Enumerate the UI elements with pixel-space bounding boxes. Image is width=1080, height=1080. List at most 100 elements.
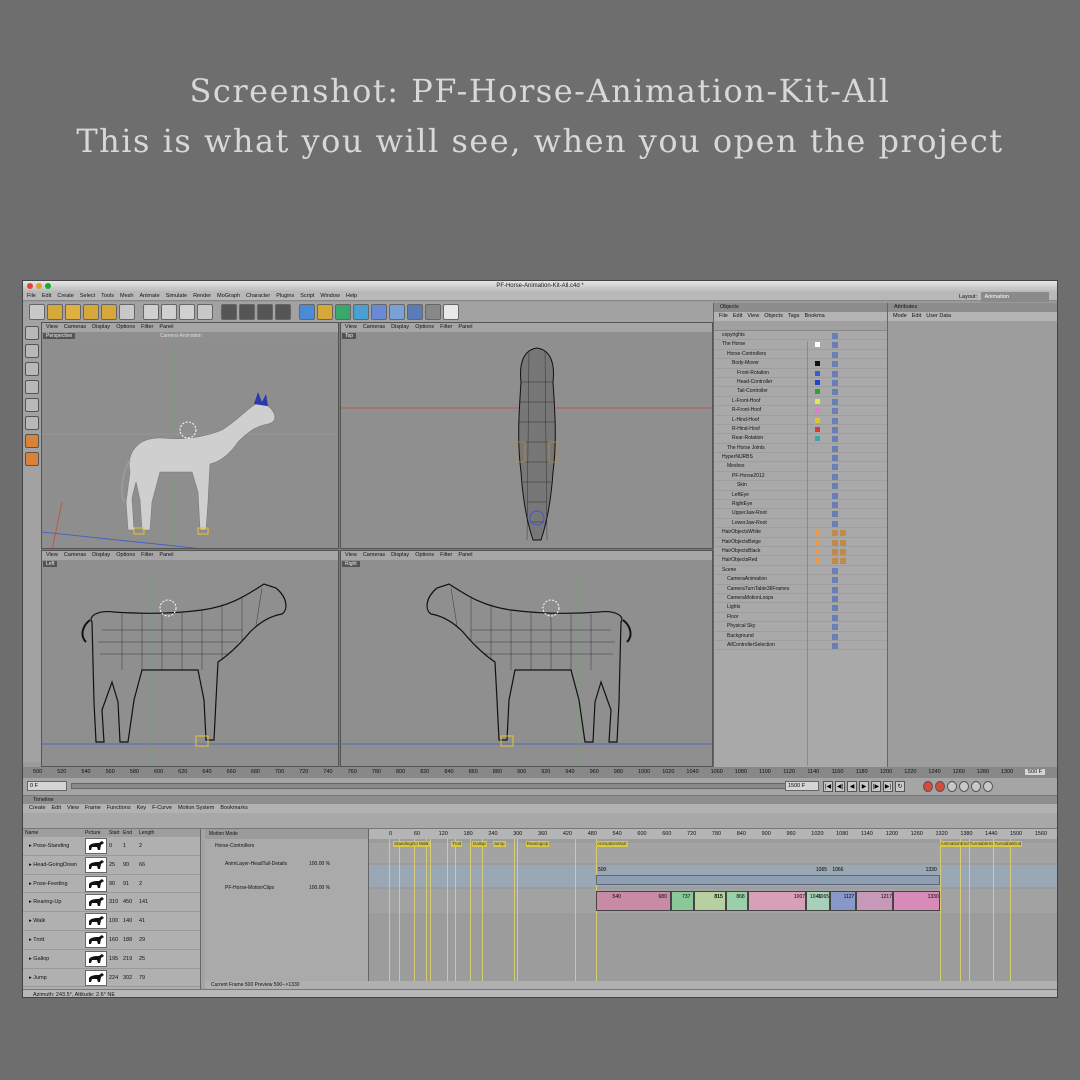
object-name[interactable]: HairObjectsRed xyxy=(722,556,757,565)
tag-icon[interactable] xyxy=(832,483,838,490)
object-row[interactable]: Background xyxy=(714,632,887,641)
viewport-menu-cameras[interactable]: Cameras xyxy=(64,324,86,330)
frame-ruler[interactable]: 500 520 540 560 580 600 620 640 660 680 700 720 740 7… xyxy=(23,767,1057,778)
material-tag-icon[interactable] xyxy=(832,558,838,565)
cube-icon[interactable] xyxy=(299,304,315,320)
object-row[interactable]: Physical Sky xyxy=(714,622,887,632)
current-frame-field[interactable]: 0 F xyxy=(27,781,67,791)
rotate-icon[interactable] xyxy=(101,304,117,320)
timeline-menu-motion-system[interactable]: Motion System xyxy=(178,805,214,811)
menu-help[interactable]: Help xyxy=(346,293,357,299)
viewport-menu-view[interactable]: View xyxy=(46,552,58,558)
motion-clip-row[interactable]: ▸ Jump 224 302 79 xyxy=(23,969,200,988)
object-row[interactable]: Body-Mover xyxy=(714,359,887,369)
timeline-menu-frame[interactable]: Frame xyxy=(85,805,101,811)
tag-icon[interactable] xyxy=(832,492,838,499)
material-tag-icon[interactable] xyxy=(840,539,846,546)
edges-mode-icon[interactable] xyxy=(25,380,39,394)
object-name[interactable]: Head-Controller xyxy=(737,378,772,387)
motion-clip-row[interactable]: ▸ Pose-Feeding 90 91 2 xyxy=(23,875,200,894)
menu-create[interactable]: Create xyxy=(57,293,74,299)
object-name[interactable]: The Horse Joints xyxy=(727,444,765,453)
play-back-icon[interactable]: ◀ xyxy=(847,781,857,792)
clip-name[interactable]: ▸ Gallop xyxy=(29,956,49,962)
clip-thumbnail[interactable] xyxy=(85,856,107,873)
menu-render[interactable]: Render xyxy=(193,293,211,299)
material-tag-icon[interactable] xyxy=(840,558,846,565)
bulb-icon[interactable] xyxy=(443,304,459,320)
objects-menu-tags[interactable]: Tags xyxy=(788,313,800,319)
viewport-menu-view[interactable]: View xyxy=(345,324,357,330)
clip-thumbnail[interactable] xyxy=(85,913,107,930)
objects-menu-objects[interactable]: Objects xyxy=(764,313,783,319)
tag-icon[interactable] xyxy=(832,511,838,518)
object-row[interactable]: CameraTurnTable36Frames xyxy=(714,585,887,594)
object-row[interactable]: copyrights xyxy=(714,331,887,341)
object-name[interactable]: Meshes xyxy=(727,462,745,471)
motion-clip-row[interactable]: ▸ Gallop 195 219 25 xyxy=(23,950,200,969)
timeline-marker[interactable]: StandingGo xyxy=(393,841,419,847)
motion-clip-row[interactable]: ▸ Trott 160 188 29 xyxy=(23,931,200,950)
tag-icon[interactable] xyxy=(832,577,838,584)
menu-window[interactable]: Window xyxy=(320,293,340,299)
tag-icon[interactable] xyxy=(832,642,838,649)
object-name[interactable]: CameraTurnTable36Frames xyxy=(727,585,789,594)
viewport-menu-view[interactable]: View xyxy=(345,552,357,558)
tag-icon[interactable] xyxy=(832,333,838,339)
object-name[interactable]: Rear-Rotation xyxy=(732,434,763,443)
tag-icon[interactable] xyxy=(832,473,838,480)
object-name[interactable]: L-Hind-Hoof xyxy=(732,416,759,425)
object-name[interactable]: HairObjectsBlack xyxy=(722,547,760,556)
motion-clip-row[interactable]: ▸ Rearing-Up 310 450 141 xyxy=(23,893,200,913)
world-coords-icon[interactable] xyxy=(197,304,213,320)
object-row[interactable]: Tail-Controller xyxy=(714,387,887,397)
timeline-marker[interactable]: Gallop xyxy=(471,841,487,847)
material-tag-icon[interactable] xyxy=(832,539,838,546)
object-name[interactable]: HyperNURBS xyxy=(722,453,753,462)
tag-icon[interactable] xyxy=(832,455,838,462)
clip-name[interactable]: ▸ Walk xyxy=(29,918,45,924)
object-row[interactable]: Head-Controller xyxy=(714,378,887,388)
zoom-window-icon[interactable] xyxy=(45,283,51,289)
viewport-menu-panel[interactable]: Panel xyxy=(159,552,173,558)
timeline-menu-edit[interactable]: Edit xyxy=(52,805,61,811)
object-name[interactable]: R-Front-Hoof xyxy=(732,406,761,415)
object-row[interactable]: HairObjectsRed xyxy=(714,556,887,566)
object-row[interactable]: CameraMotionLoops xyxy=(714,594,887,604)
texture-mode-icon[interactable] xyxy=(25,344,39,358)
clip-thumbnail[interactable] xyxy=(85,969,107,986)
loop-icon[interactable]: ↻ xyxy=(895,781,905,792)
clip-name[interactable]: ▸ Pose-Feeding xyxy=(29,881,68,887)
objects-menu-bookma[interactable]: Bookma xyxy=(804,313,824,319)
tag-icon[interactable] xyxy=(832,445,838,452)
attributes-menu-mode[interactable]: Mode xyxy=(893,313,907,319)
viewport-menu-display[interactable]: Display xyxy=(391,324,409,330)
menu-character[interactable]: Character xyxy=(246,293,270,299)
object-row[interactable]: Skin xyxy=(714,481,887,491)
render-view-icon[interactable] xyxy=(221,304,237,320)
clip-name[interactable]: ▸ Trott xyxy=(29,937,44,943)
motion-clip-row[interactable]: ▸ Pose-Standing 0 1 2 xyxy=(23,837,200,856)
model-mode-icon[interactable] xyxy=(25,326,39,340)
menu-mograph[interactable]: MoGraph xyxy=(217,293,240,299)
tag-icon[interactable] xyxy=(832,595,838,602)
object-name[interactable]: Background xyxy=(727,632,754,641)
x-axis-icon[interactable] xyxy=(143,304,159,320)
tag-icon[interactable] xyxy=(832,520,838,527)
render-settings-icon[interactable] xyxy=(257,304,273,320)
viewport-menu-filter[interactable]: Filter xyxy=(440,324,452,330)
object-row[interactable]: Horse-Controllers xyxy=(714,350,887,360)
preview-range-slider[interactable] xyxy=(71,783,801,789)
clip-name[interactable]: ▸ Rearing-Up xyxy=(29,899,61,905)
nurbs-icon[interactable] xyxy=(317,304,333,320)
next-key-icon[interactable]: |▶ xyxy=(871,781,881,792)
material-tag-icon[interactable] xyxy=(832,548,838,555)
rotation-key-icon[interactable] xyxy=(971,781,981,792)
timeline-marker[interactable]: AnimationStart xyxy=(596,841,628,847)
timeline-marker[interactable]: Walk xyxy=(417,841,430,847)
tag-icon[interactable] xyxy=(832,408,838,415)
autokey-icon[interactable] xyxy=(935,781,945,792)
objects-menu-edit[interactable]: Edit xyxy=(733,313,742,319)
viewport-menu-cameras[interactable]: Cameras xyxy=(363,552,385,558)
viewport-menu-options[interactable]: Options xyxy=(116,552,135,558)
